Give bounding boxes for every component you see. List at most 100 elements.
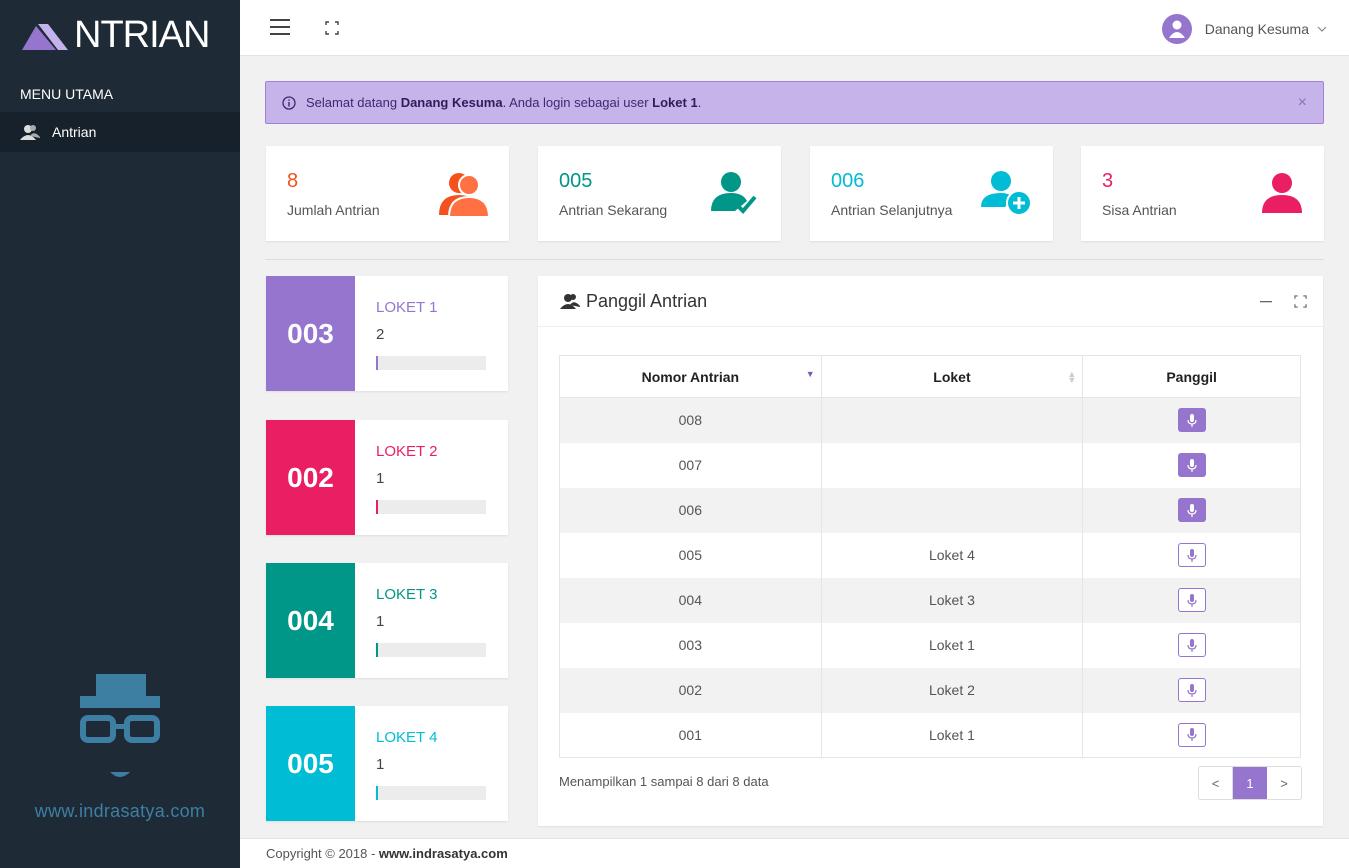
loket-current-number: 005 (266, 706, 355, 821)
loket-count: 2 (376, 326, 385, 343)
page-1-button[interactable]: 1 (1233, 767, 1267, 799)
stat-antrian-selanjutnya: 006 Antrian Selanjutnya (810, 146, 1053, 241)
alert-text-2: . Anda login sebagai user (502, 95, 653, 110)
copyright-text: Copyright © 2018 - (266, 846, 379, 861)
cell-nomor: 006 (559, 487, 822, 533)
cell-loket (820, 397, 1084, 443)
cell-panggil (1082, 487, 1301, 533)
call-button[interactable] (1177, 633, 1206, 657)
fullscreen-icon[interactable] (1293, 294, 1307, 308)
call-button[interactable] (1177, 543, 1206, 567)
spy-mascot-icon (80, 674, 160, 777)
chevron-down-icon[interactable] (1317, 26, 1327, 32)
table-row: 008 (559, 397, 1301, 443)
cell-loket: Loket 1 (820, 622, 1084, 668)
loket-name: LOKET 1 (376, 299, 438, 316)
cell-loket: Loket 1 (820, 712, 1084, 758)
call-button[interactable] (1177, 678, 1206, 702)
cell-nomor: 005 (559, 532, 822, 578)
table-body: 008 007 006 005 Loket 4 004 Loket 3 003 Loket 10… (559, 397, 1301, 758)
table-row: 006 (559, 487, 1301, 533)
column-header-nomor[interactable]: Nomor Antrian ▼ (559, 355, 822, 398)
call-button[interactable] (1177, 408, 1206, 433)
cell-loket: Loket 4 (820, 532, 1084, 578)
user-group-icon (20, 124, 40, 140)
stat-label: Antrian Selanjutnya (831, 202, 953, 218)
call-button[interactable] (1177, 588, 1206, 612)
loket-name: LOKET 2 (376, 443, 438, 460)
minimize-icon[interactable] (1259, 294, 1273, 308)
loket-card-3: 004 LOKET 3 1 (266, 563, 508, 678)
loket-progress (376, 356, 486, 370)
close-icon[interactable]: × (1298, 94, 1307, 112)
microphone-icon (1187, 593, 1197, 607)
stat-label: Jumlah Antrian (287, 202, 380, 218)
table-row: 001 Loket 1 (559, 712, 1301, 758)
stat-label: Antrian Sekarang (559, 202, 668, 218)
cell-nomor: 008 (559, 397, 822, 443)
microphone-icon (1187, 638, 1197, 652)
stat-jumlah-antrian: 8 Jumlah Antrian (266, 146, 509, 241)
panel-tools (1239, 294, 1307, 308)
fullscreen-icon[interactable] (325, 21, 339, 35)
avatar[interactable] (1161, 14, 1192, 44)
loket-progress (376, 643, 486, 657)
panggil-antrian-panel: Panggil Antrian Nomor Antrian ▼ Loket ▲ ▼ P… (538, 276, 1323, 826)
next-page-button[interactable]: > (1267, 767, 1301, 799)
microphone-icon (1187, 503, 1197, 517)
user-plus-icon (981, 171, 1032, 216)
footer: Copyright © 2018 - www.indrasatya.com (240, 838, 1349, 868)
call-button[interactable] (1177, 453, 1206, 477)
brand-url[interactable]: www.indrasatya.com (0, 801, 240, 822)
pagination: < 1 > (1198, 766, 1302, 800)
welcome-alert: Selamat datang Danang Kesuma. Anda login… (265, 81, 1324, 124)
menu-header: MENU UTAMA (20, 86, 114, 102)
user-name[interactable]: Danang Kesuma (1205, 21, 1309, 37)
microphone-icon (1187, 683, 1197, 697)
user-group-icon (560, 294, 580, 309)
table-row: 005 Loket 4 (559, 532, 1301, 578)
stat-value: 8 (287, 170, 299, 192)
sort-desc-icon: ▼ (805, 369, 815, 379)
logo-text: NTRIAN (74, 13, 210, 56)
panel-title: Panggil Antrian (586, 290, 708, 311)
prev-page-button[interactable]: < (1199, 767, 1233, 799)
footer-link[interactable]: www.indrasatya.com (379, 846, 508, 861)
alert-text-1: Selamat datang (306, 95, 401, 110)
call-button[interactable] (1177, 722, 1206, 747)
column-header-loket[interactable]: Loket ▲ ▼ (820, 355, 1084, 398)
loket-current-number: 004 (266, 563, 355, 678)
call-button[interactable] (1177, 498, 1206, 522)
cell-nomor: 001 (559, 712, 822, 758)
cell-loket: Loket 2 (820, 667, 1084, 713)
user-menu[interactable]: Danang Kesuma (1161, 14, 1327, 44)
topbar: Danang Kesuma (240, 0, 1349, 56)
microphone-icon (1187, 413, 1197, 427)
loket-count: 1 (376, 613, 385, 630)
menu-toggle-icon[interactable] (270, 19, 290, 35)
loket-card-2: 002 LOKET 2 1 (266, 420, 508, 535)
cell-nomor: 002 (559, 667, 822, 713)
app-logo[interactable]: NTRIAN (0, 0, 240, 70)
loket-count: 1 (376, 470, 385, 487)
loket-current-number: 003 (266, 276, 355, 391)
table-row: 007 (559, 442, 1301, 488)
alert-user: Danang Kesuma (400, 95, 503, 110)
loket-card-1: 003 LOKET 1 2 (266, 276, 508, 391)
cell-panggil (1082, 577, 1301, 623)
cell-loket (820, 442, 1084, 488)
cell-panggil (1082, 442, 1301, 488)
table-row: 003 Loket 1 (559, 622, 1301, 668)
loket-card-4: 005 LOKET 4 1 (266, 706, 508, 821)
cell-nomor: 007 (559, 442, 822, 488)
alert-loket: Loket 1 (652, 95, 698, 110)
loket-count: 1 (376, 756, 385, 773)
sidebar-item-label: Antrian (52, 124, 97, 140)
sidebar-item-antrian[interactable]: Antrian (0, 112, 240, 152)
stat-sisa-antrian: 3 Sisa Antrian (1081, 146, 1324, 241)
cell-loket (820, 487, 1084, 533)
stat-value: 006 (831, 170, 865, 192)
sidebar-brand: www.indrasatya.com (0, 672, 240, 822)
info-icon (282, 95, 296, 110)
alert-text-3: . (697, 95, 702, 110)
